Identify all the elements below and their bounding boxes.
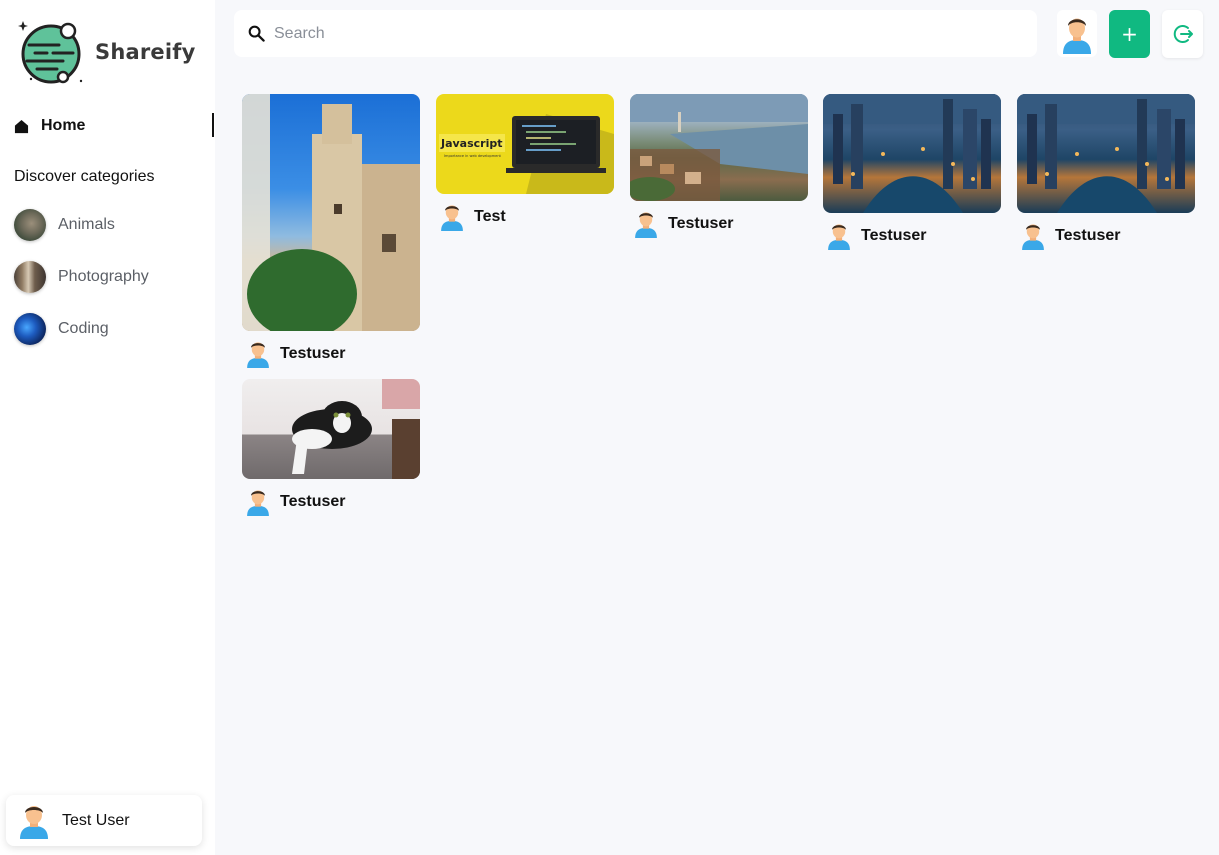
sidebar-item-label: Coding — [58, 320, 109, 337]
pin-author[interactable]: Testuser — [630, 209, 808, 239]
sidebar-item-label: Photography — [58, 268, 149, 285]
logout-icon — [1173, 25, 1193, 43]
app-logo[interactable]: Shareify — [17, 19, 195, 85]
search-input[interactable] — [274, 24, 974, 43]
sidebar-item-label: Animals — [58, 216, 115, 233]
author-name: Testuser — [280, 493, 346, 510]
photography-thumbnail — [14, 261, 46, 293]
user-avatar-icon — [20, 805, 48, 839]
author-name: Testuser — [668, 215, 734, 232]
coastal-city-aerial-photo[interactable] — [630, 94, 808, 201]
search-icon — [248, 25, 265, 42]
author-name: Testuser — [280, 345, 346, 362]
cat-on-sofa-photo[interactable] — [242, 379, 420, 479]
pin-card[interactable]: Javascript Importance in web development… — [436, 94, 614, 232]
add-pin-button[interactable]: + — [1109, 10, 1150, 58]
sidebar-item-photography[interactable]: Photography — [14, 261, 204, 293]
pin-author[interactable]: Test — [436, 202, 614, 232]
app-name: Shareify — [95, 40, 196, 64]
logout-button[interactable] — [1162, 10, 1203, 58]
user-profile-card[interactable]: Test User — [6, 795, 202, 846]
sidebar-item-label: Home — [41, 117, 86, 134]
user-avatar-icon — [441, 205, 463, 231]
sidebar-item-animals[interactable]: Animals — [14, 209, 204, 241]
author-name: Testuser — [1055, 227, 1121, 244]
author-name: Testuser — [861, 227, 927, 244]
pin-card[interactable]: Testuser — [630, 94, 808, 239]
author-name: Test — [474, 208, 506, 225]
user-avatar-icon — [247, 490, 269, 516]
dubai-marina-night-photo[interactable] — [1017, 94, 1195, 213]
pin-author[interactable]: Testuser — [1017, 221, 1195, 251]
pin-card[interactable]: Testuser — [1017, 94, 1195, 251]
home-icon — [14, 119, 29, 133]
categories-heading: Discover categories — [14, 168, 155, 185]
user-name: Test User — [62, 811, 130, 829]
profile-avatar-button[interactable] — [1057, 10, 1097, 57]
user-avatar-icon — [247, 342, 269, 368]
pin-author[interactable]: Testuser — [242, 339, 420, 369]
user-avatar-icon — [635, 212, 657, 238]
pin-author[interactable]: Testuser — [823, 221, 1001, 251]
svg-text:Importance in web development: Importance in web development — [444, 154, 502, 158]
user-avatar-icon — [828, 224, 850, 250]
dubai-marina-night-photo[interactable] — [823, 94, 1001, 213]
pin-author[interactable]: Testuser — [242, 487, 420, 517]
search-bar[interactable] — [234, 10, 1037, 57]
user-avatar-icon — [1063, 18, 1091, 54]
pin-card[interactable]: Testuser — [242, 379, 420, 517]
planet-logo-icon — [18, 21, 83, 84]
sidebar-item-home[interactable]: Home — [14, 113, 215, 139]
user-avatar-icon — [1022, 224, 1044, 250]
coding-thumbnail — [14, 313, 46, 345]
pin-card[interactable]: Testuser — [823, 94, 1001, 251]
sidebar-item-coding[interactable]: Coding — [14, 313, 204, 345]
animals-thumbnail — [14, 209, 46, 241]
svg-text:Javascript: Javascript — [440, 137, 503, 150]
pin-card[interactable]: Testuser — [242, 94, 420, 369]
minaret-tower-photo[interactable] — [242, 94, 420, 331]
javascript-laptop-banner[interactable]: Javascript Importance in web development — [436, 94, 614, 194]
sidebar: Shareify Home Discover categories Animal… — [0, 0, 215, 855]
active-indicator — [212, 113, 214, 137]
